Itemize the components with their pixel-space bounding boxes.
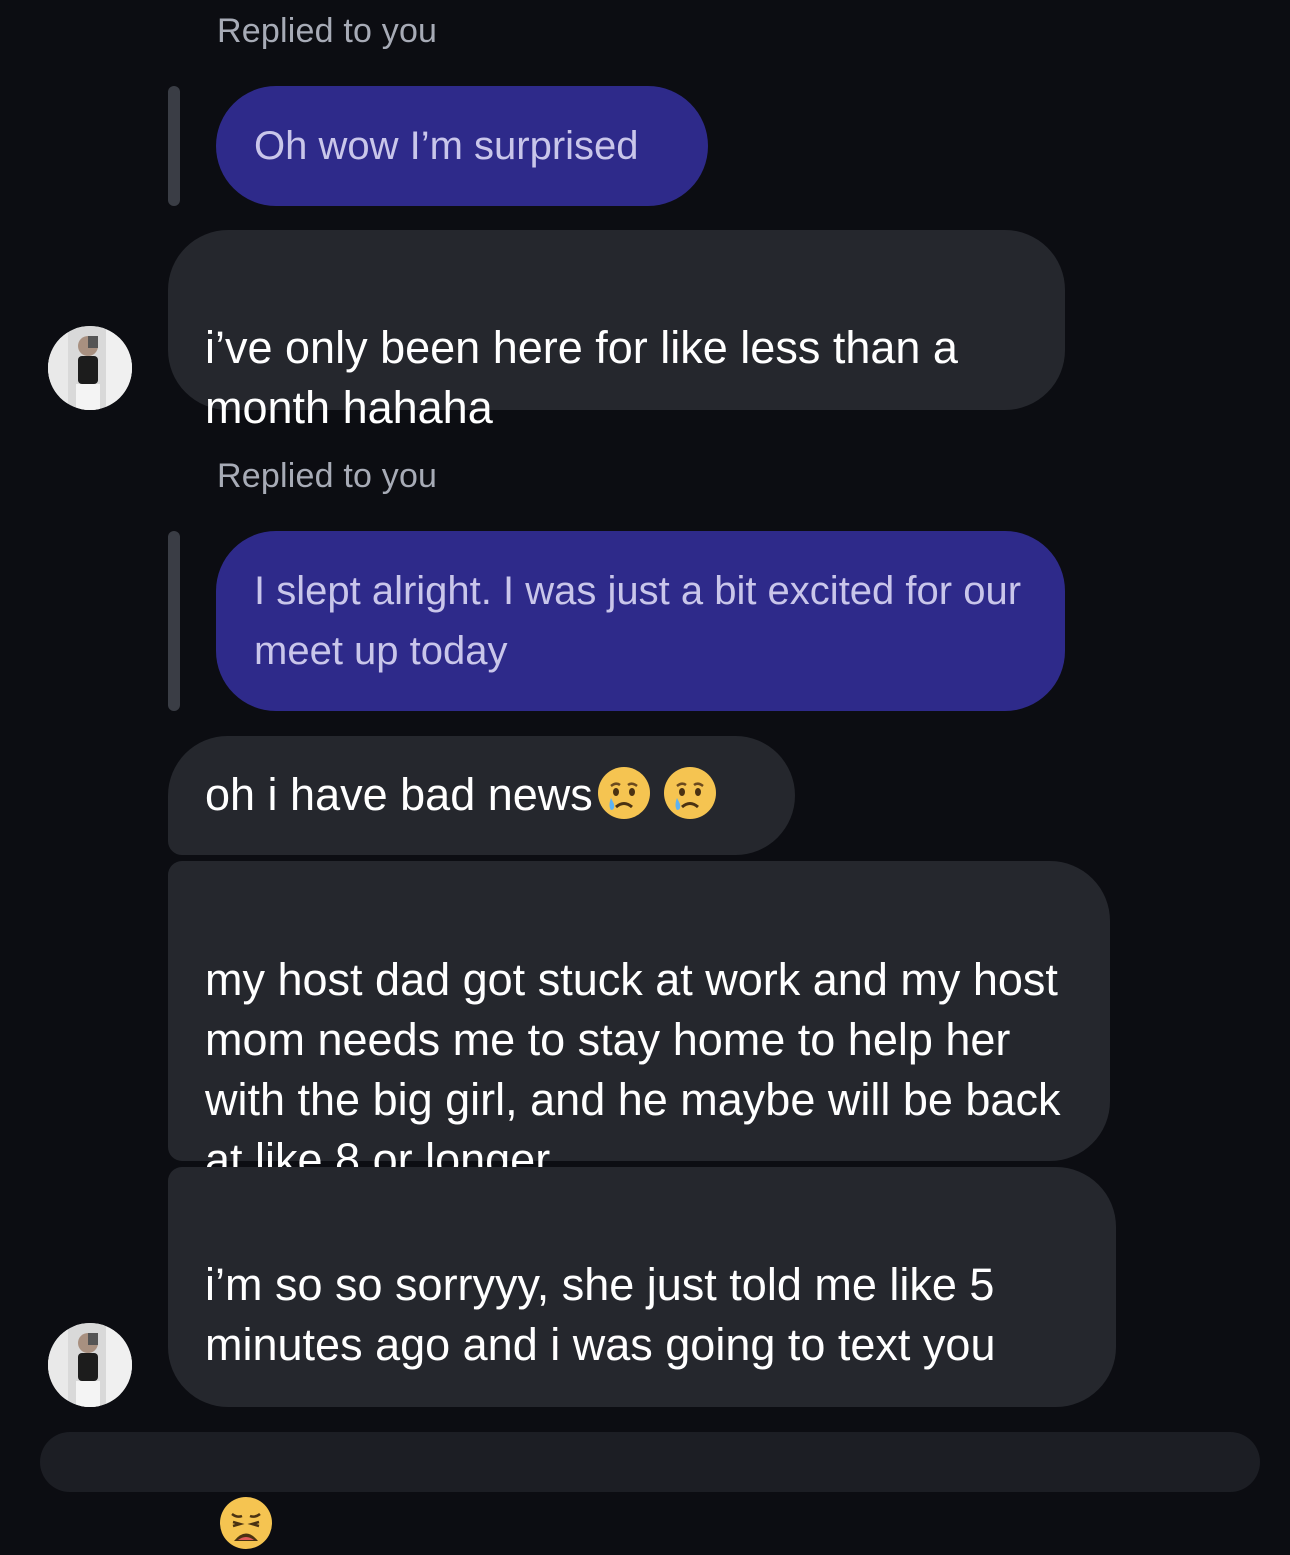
reply-bar [168,86,180,206]
message-text: i’ve only been here for like less than a… [205,322,958,433]
profile-photo-icon [48,1323,132,1407]
message-composer[interactable] [40,1432,1260,1492]
quoted-message[interactable]: I slept alright. I was just a bit excite… [216,531,1065,711]
weary-face-icon [220,1497,272,1549]
crying-face-icon [597,767,650,819]
quoted-message-text: Oh wow I’m surprised [254,124,639,168]
quoted-message-text: I slept alright. I was just a bit excite… [254,569,1022,673]
crying-face-icon [663,767,716,819]
message-text: my host dad got stuck at work and my hos… [205,954,1061,1185]
reply-label: Replied to you [217,457,438,495]
message-bubble[interactable]: i’m so so sorryyy, she just told me like… [168,1167,1116,1549]
emoji-row [205,1375,1079,1549]
message-bubble[interactable]: oh i have bad news [168,736,795,855]
reply-bar [168,531,180,711]
reply-label: Replied to you [217,12,438,50]
message-bubble[interactable]: my host dad got stuck at work and my hos… [168,861,1110,1185]
avatar[interactable] [48,326,132,410]
avatar[interactable] [48,1323,132,1407]
profile-photo-icon [48,326,132,410]
message-text: i’m so so sorryyy, she just told me like… [205,1259,996,1370]
message-bubble[interactable]: i’ve only been here for like less than a… [168,230,1065,433]
quoted-message[interactable]: Oh wow I’m surprised [216,86,708,206]
message-text: oh i have bad news [205,769,593,820]
